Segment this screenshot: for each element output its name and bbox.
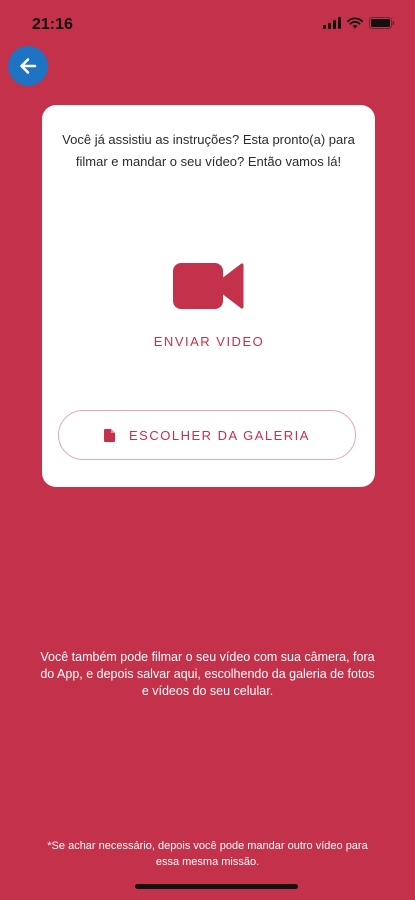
choose-from-gallery-label: ESCOLHER DA GALERIA — [129, 427, 310, 443]
status-time: 21:16 — [32, 16, 73, 33]
send-video-label: ENVIAR VIDEO — [153, 334, 265, 349]
home-indicator[interactable] — [135, 884, 298, 889]
file-icon — [104, 428, 116, 442]
wifi-icon — [347, 17, 363, 29]
send-video-button[interactable]: ENVIAR VIDEO — [134, 255, 284, 355]
choose-from-gallery-button[interactable]: ESCOLHER DA GALERIA — [58, 410, 356, 460]
status-icons — [323, 17, 395, 29]
gallery-info-text: Você também pode filmar o seu vídeo com … — [40, 650, 375, 698]
back-button[interactable] — [8, 46, 48, 86]
status-bar: 21:16 — [0, 0, 415, 48]
footnote-text: *Se achar necessário, depois você pode m… — [47, 840, 368, 868]
instructions-text: Você já assistiu as instruções? Esta pro… — [62, 132, 355, 169]
arrow-left-icon — [20, 58, 37, 74]
battery-icon — [369, 17, 395, 29]
upload-card: Você já assistiu as instruções? Esta pro… — [42, 105, 375, 487]
video-camera-icon — [173, 263, 244, 309]
cellular-signal-icon — [323, 17, 341, 29]
